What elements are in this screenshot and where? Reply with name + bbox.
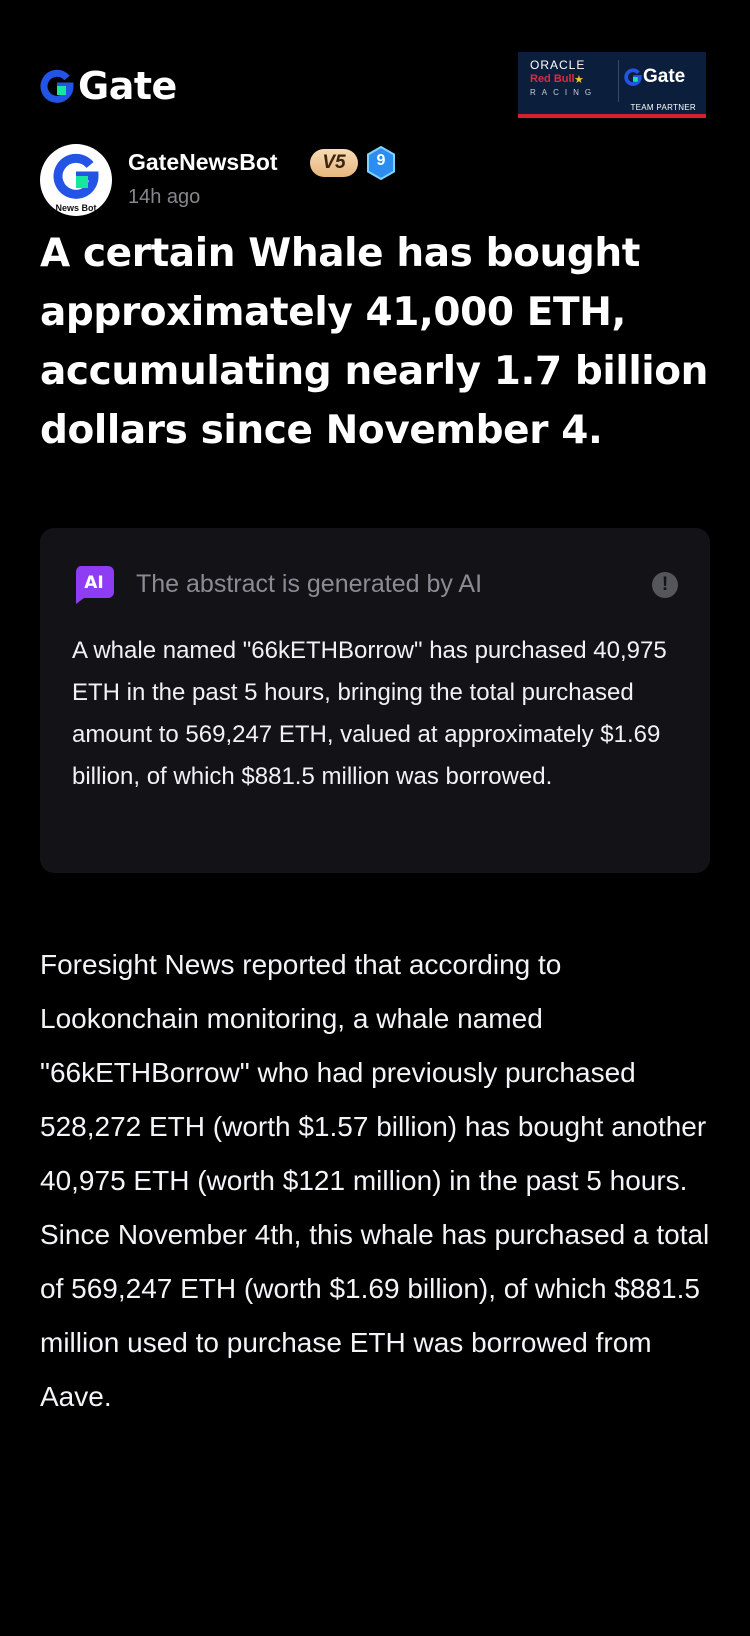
ai-summary-title: The abstract is generated by AI <box>136 570 483 598</box>
gate-logo-icon <box>40 69 74 103</box>
vip-badge: V5 <box>310 149 358 177</box>
newsbot-avatar-icon <box>53 153 99 199</box>
partner-gate-text: Gate <box>643 66 686 87</box>
ai-icon: AI <box>75 566 114 604</box>
ai-summary-card: AI The abstract is generated by AI ! A w… <box>40 528 710 873</box>
app-header: Gate ORACLE Red Bull ★ RACING Gate TEAM … <box>40 52 706 122</box>
partner-redbull-text: Red Bull <box>530 73 575 85</box>
ai-icon-label: AI <box>84 573 103 593</box>
avatar[interactable]: News Bot <box>40 144 112 216</box>
author-row: News Bot GateNewsBot V5 9 14h ago <box>40 144 710 216</box>
info-icon[interactable]: ! <box>652 572 678 598</box>
article-body: Foresight News reported that according t… <box>40 949 710 1412</box>
avatar-caption: News Bot <box>55 203 97 213</box>
partner-divider <box>618 60 619 102</box>
partner-gate-logo: Gate <box>624 66 685 88</box>
brand-name: Gate <box>78 64 177 108</box>
bull-icon: ★ <box>574 74 584 86</box>
post-timestamp: 14h ago <box>128 186 201 208</box>
article-headline: A certain Whale has bought approximately… <box>40 231 709 453</box>
ai-summary-text: A whale named "66kETHBorrow" has purchas… <box>72 637 667 790</box>
author-name[interactable]: GateNewsBot <box>128 149 278 175</box>
gate-small-logo-icon <box>624 68 642 86</box>
team-partner-label: TEAM PARTNER <box>630 103 696 112</box>
level-badge-number: 9 <box>376 152 386 169</box>
partner-oracle-text: ORACLE <box>530 58 586 72</box>
partner-banner[interactable]: ORACLE Red Bull ★ RACING Gate TEAM PARTN… <box>518 52 706 118</box>
gate-logo[interactable]: Gate <box>40 62 177 110</box>
partner-racing-text: RACING <box>530 88 598 97</box>
